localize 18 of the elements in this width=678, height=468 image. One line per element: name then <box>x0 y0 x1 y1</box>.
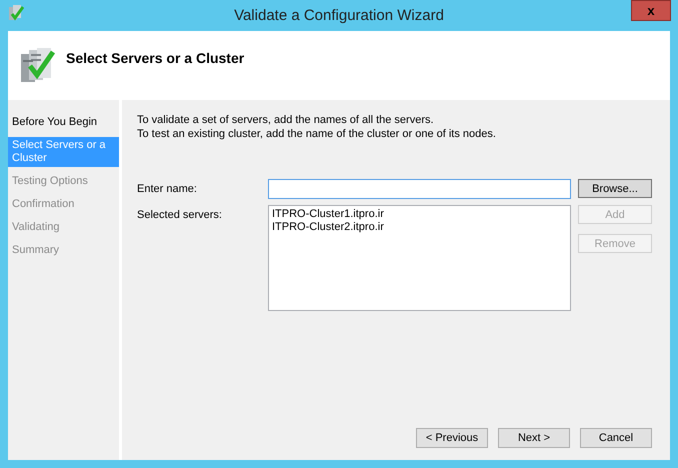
server-check-icon <box>20 46 56 84</box>
name-input-field[interactable] <box>268 179 571 199</box>
server-list-item[interactable]: ITPRO-Cluster2.itpro.ir <box>272 221 567 234</box>
wizard-step[interactable]: Before You Begin <box>8 114 119 131</box>
page-heading: Select Servers or a Cluster <box>66 50 244 66</box>
wizard-button[interactable]: < Previous <box>416 428 488 448</box>
window-title: Validate a Configuration Wizard <box>234 7 444 24</box>
instruction-text: To validate a set of servers, add the names of all the servers. <box>137 113 435 127</box>
close-button[interactable]: x <box>631 0 671 21</box>
server-list-item[interactable]: ITPRO-Cluster1.itpro.ir <box>272 208 567 221</box>
wizard-button[interactable]: Next > <box>498 428 570 448</box>
instruction-text: To test an existing cluster, add the name of the cluster or one of its nodes. <box>137 127 497 141</box>
server-list[interactable]: ITPRO-Cluster1.itpro.ir ITPRO-Cluster2.itpro.ir <box>268 205 571 311</box>
browse-button[interactable]: Browse... <box>578 179 652 198</box>
wizard-button[interactable]: Cancel <box>580 428 652 448</box>
field-label: Enter name: <box>137 182 198 197</box>
server-check-icon <box>8 4 24 22</box>
field-label: Selected servers: <box>137 208 223 223</box>
